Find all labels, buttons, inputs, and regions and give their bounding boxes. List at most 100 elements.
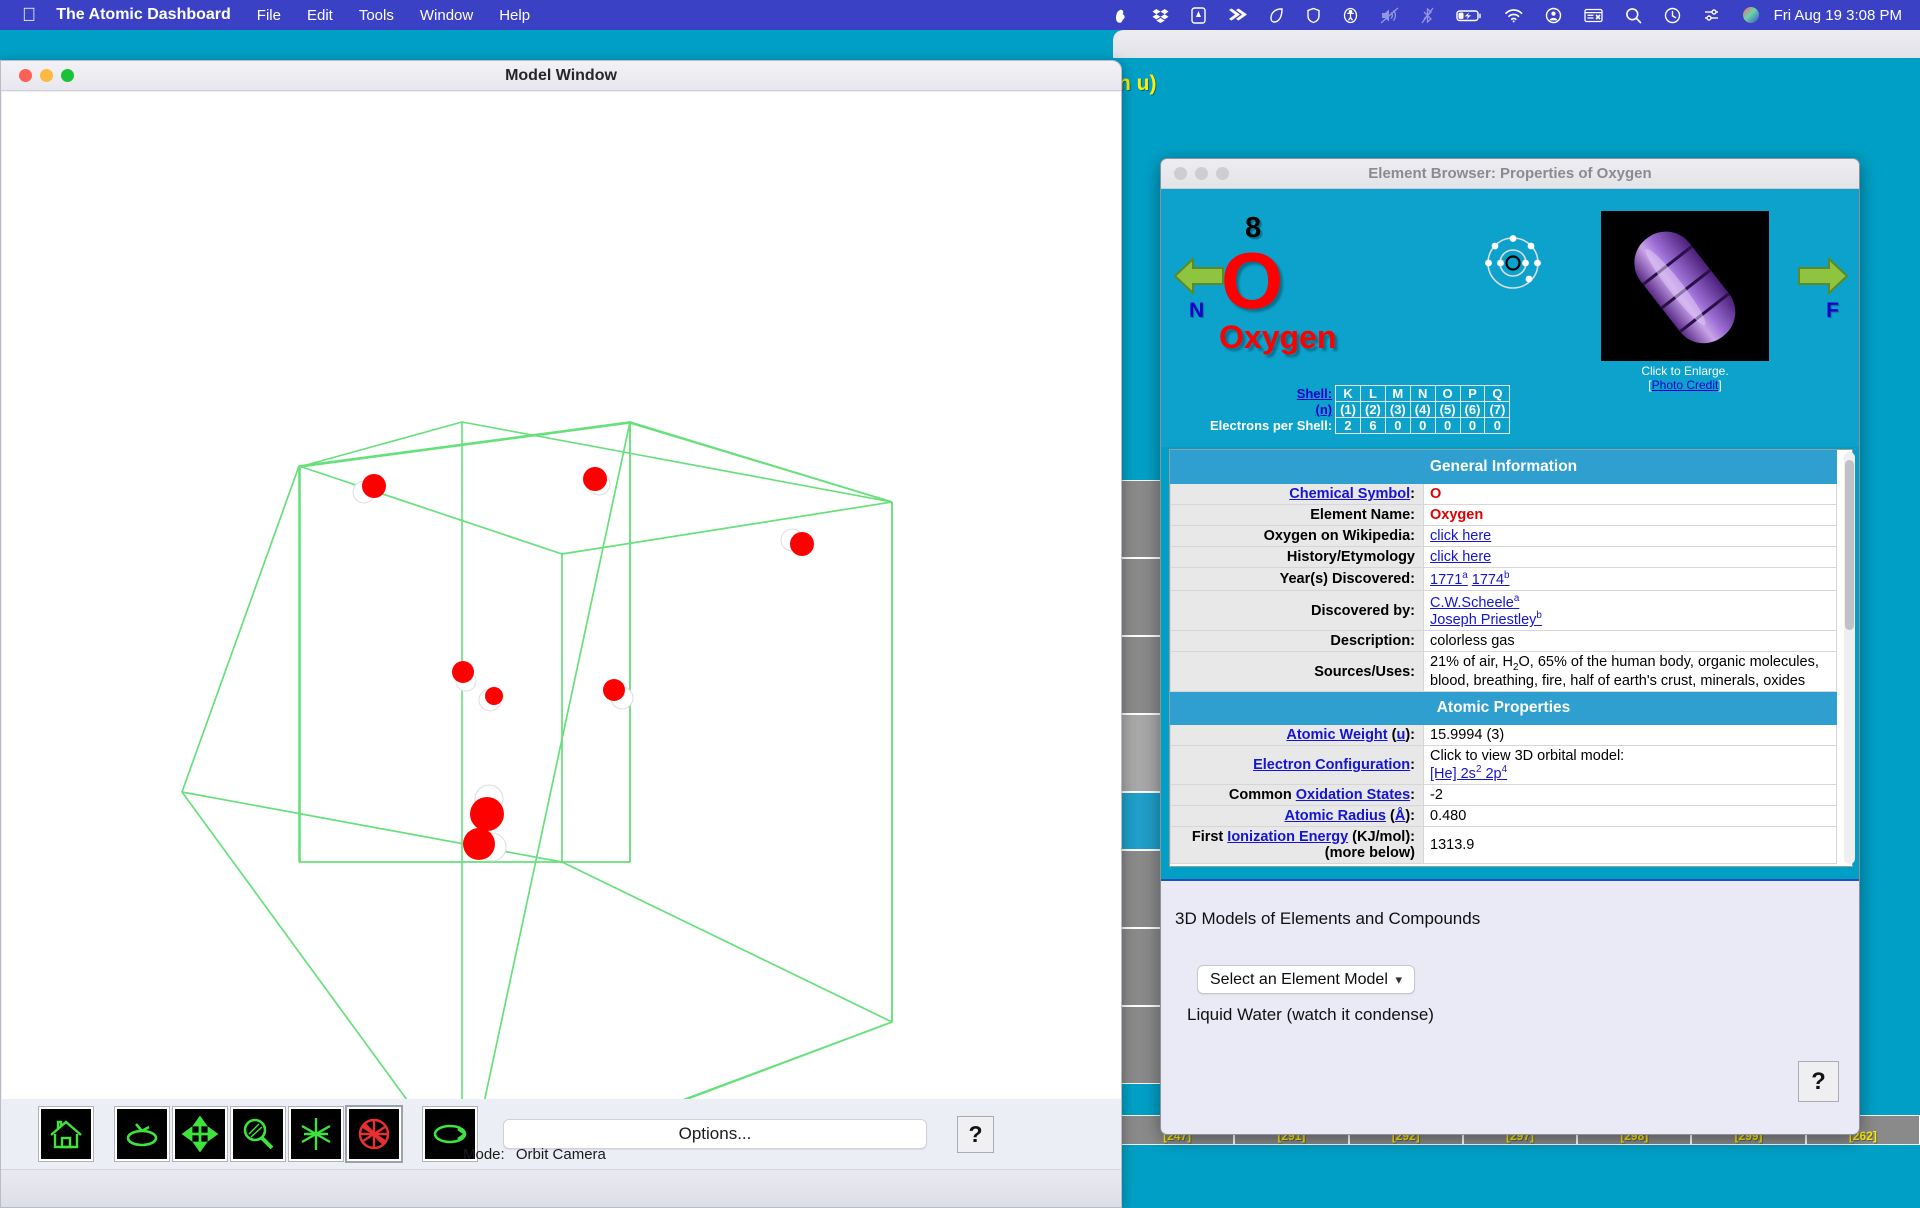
control-center-icon[interactable] [1703,7,1720,24]
shield-icon[interactable] [1306,7,1321,24]
row-label: History/Etymology [1170,546,1424,568]
model-window-titlebar[interactable]: Model Window [1,61,1121,91]
row-label: Chemical Symbol: [1170,483,1424,505]
element-browser-window[interactable]: Element Browser: Properties of Oxygen 8 … [1160,158,1860,1135]
app-name-menu[interactable]: The Atomic Dashboard [56,6,231,24]
menubar-status-tray[interactable] [1113,6,1760,24]
shell-link[interactable]: Shell: [1297,386,1332,401]
battery-charging-icon[interactable] [1455,7,1482,24]
menu-file[interactable]: File [257,7,281,24]
stop-spin-icon[interactable] [345,1105,403,1163]
leaf-icon[interactable] [1269,7,1284,24]
menu-tools[interactable]: Tools [359,7,394,24]
click-to-enlarge-label[interactable]: Click to Enlarge. [1601,364,1769,378]
siri-icon[interactable] [1742,6,1760,24]
section-title: General Information [1170,450,1837,484]
rotate-icon[interactable] [114,1106,170,1162]
row-value: 1771a 1774b [1423,567,1837,591]
element-photo[interactable] [1601,211,1769,361]
translate-icon[interactable] [172,1106,228,1162]
n-cell: (5) [1434,401,1461,418]
electron-configuration-link[interactable]: Electron Configuration [1253,757,1410,773]
evernote-icon[interactable] [1113,7,1130,24]
shell-cell: M [1384,385,1411,402]
dropbox-icon[interactable] [1152,7,1169,24]
n-cell: (2) [1359,401,1386,418]
models-panel-title: 3D Models of Elements and Compounds [1175,909,1481,928]
clock-history-icon[interactable] [1664,7,1681,24]
row-value: Click to view 3D orbital model: [He] 2s2 … [1423,745,1837,786]
left-arrow-icon[interactable] [1171,253,1227,304]
photo-credit-link[interactable]: Photo Credit [1652,378,1719,392]
row-value: 15.9994 (3) [1423,724,1837,747]
year-discovered-link-b[interactable]: 1774b [1472,570,1510,588]
shell-cell: K [1335,385,1361,402]
row-value: click here [1423,546,1837,568]
chemical-symbol-link[interactable]: Chemical Symbol [1289,486,1410,502]
row-value: C.W.Scheelea Joseph Priestleyb [1423,589,1837,632]
menu-edit[interactable]: Edit [307,7,333,24]
angstrom-link[interactable]: Å [1395,808,1405,824]
properties-scrollbar[interactable] [1844,452,1855,864]
ionization-energy-link[interactable]: Ionization Energy [1227,829,1348,845]
background-window-titlebar[interactable] [1113,30,1920,58]
element-header: 8 O Oxygen N F Click to Enlarge. [Photo … [1161,189,1859,447]
row-value: 1313.9 [1423,826,1837,865]
spin-icon[interactable] [288,1106,344,1162]
element-model-select[interactable]: Select an Element Model ▾ [1197,965,1415,994]
photo-caption[interactable]: Click to Enlarge. [Photo Credit] [1601,364,1769,392]
row-label: Discovered by: [1170,589,1424,632]
mode-value: Orbit Camera [515,1146,606,1163]
chemical-symbol-value: O [1430,486,1442,502]
oxidation-states-link[interactable]: Oxidation States [1296,787,1410,803]
bluetooth-off-icon[interactable] [1421,7,1434,24]
table-row: Oxygen on Wikipedia: click here [1170,525,1837,547]
shell-cell: L [1359,385,1386,402]
prev-element-label[interactable]: N [1189,299,1204,323]
molecular-viewport[interactable] [2,92,1122,1132]
menu-help[interactable]: Help [499,7,530,24]
year-discovered-link-a[interactable]: 1771a [1430,570,1468,588]
scrollbar-thumb[interactable] [1845,460,1854,630]
properties-scroll-area[interactable]: General Information Chemical Symbol: O E… [1169,449,1853,867]
atomic-weight-link[interactable]: Atomic Weight [1286,727,1387,743]
window-manager-icon[interactable] [1583,7,1603,24]
table-row: Electron Configuration: Click to view 3D… [1170,745,1837,786]
table-row: Electrons per Shell: 2 6 0 0 0 0 0 [1206,417,1511,434]
volume-muted-icon[interactable] [1380,7,1399,24]
wikipedia-link[interactable]: click here [1430,528,1491,544]
unit-u-link[interactable]: u [1396,727,1405,743]
app-icon[interactable] [1190,6,1206,24]
right-arrow-icon[interactable] [1795,253,1851,304]
accessibility-icon[interactable] [1343,7,1358,24]
current-model-label: Liquid Water (watch it condense) [1187,1005,1434,1024]
discoverer-link-priestley[interactable]: Joseph Priestleyb [1430,611,1542,629]
options-button[interactable]: Options... [503,1119,927,1149]
atomic-radius-link[interactable]: Atomic Radius [1284,808,1386,824]
electron-configuration-value[interactable]: [He] 2s2 2p4 [1430,764,1507,782]
model-window-title: Model Window [505,66,617,84]
macos-menubar[interactable]:  The Atomic Dashboard File Edit Tools W… [0,0,1920,30]
history-etymology-link[interactable]: click here [1430,549,1491,565]
model-window-bottom-strip [1,1169,1121,1207]
apple-logo-icon[interactable]:  [22,6,36,25]
next-element-label[interactable]: F [1826,299,1839,323]
bohr-model-icon[interactable] [1483,233,1543,298]
search-icon[interactable] [1625,7,1642,24]
row-value: click here [1423,525,1837,547]
menu-window[interactable]: Window [420,7,473,24]
model-window[interactable]: Model Window Options... ? Mode: Orbit Ca… [0,60,1122,1208]
user-account-icon[interactable] [1545,7,1562,24]
element-browser-titlebar[interactable]: Element Browser: Properties of Oxygen [1161,159,1859,189]
help-button[interactable]: ? [957,1115,994,1153]
home-icon[interactable] [38,1106,94,1162]
electron-count-cell: 6 [1359,417,1386,434]
help-button[interactable]: ? [1798,1061,1839,1102]
fastscripts-icon[interactable] [1228,7,1247,24]
discoverer-link-scheele[interactable]: C.W.Scheelea [1430,593,1519,611]
wifi-icon[interactable] [1504,7,1523,24]
zoom-icon[interactable] [230,1106,286,1162]
table-row: Shell: K L M N O P Q [1206,385,1511,402]
n-link[interactable]: (n) [1315,402,1332,417]
menubar-clock[interactable]: Fri Aug 19 3:08 PM [1774,7,1902,24]
